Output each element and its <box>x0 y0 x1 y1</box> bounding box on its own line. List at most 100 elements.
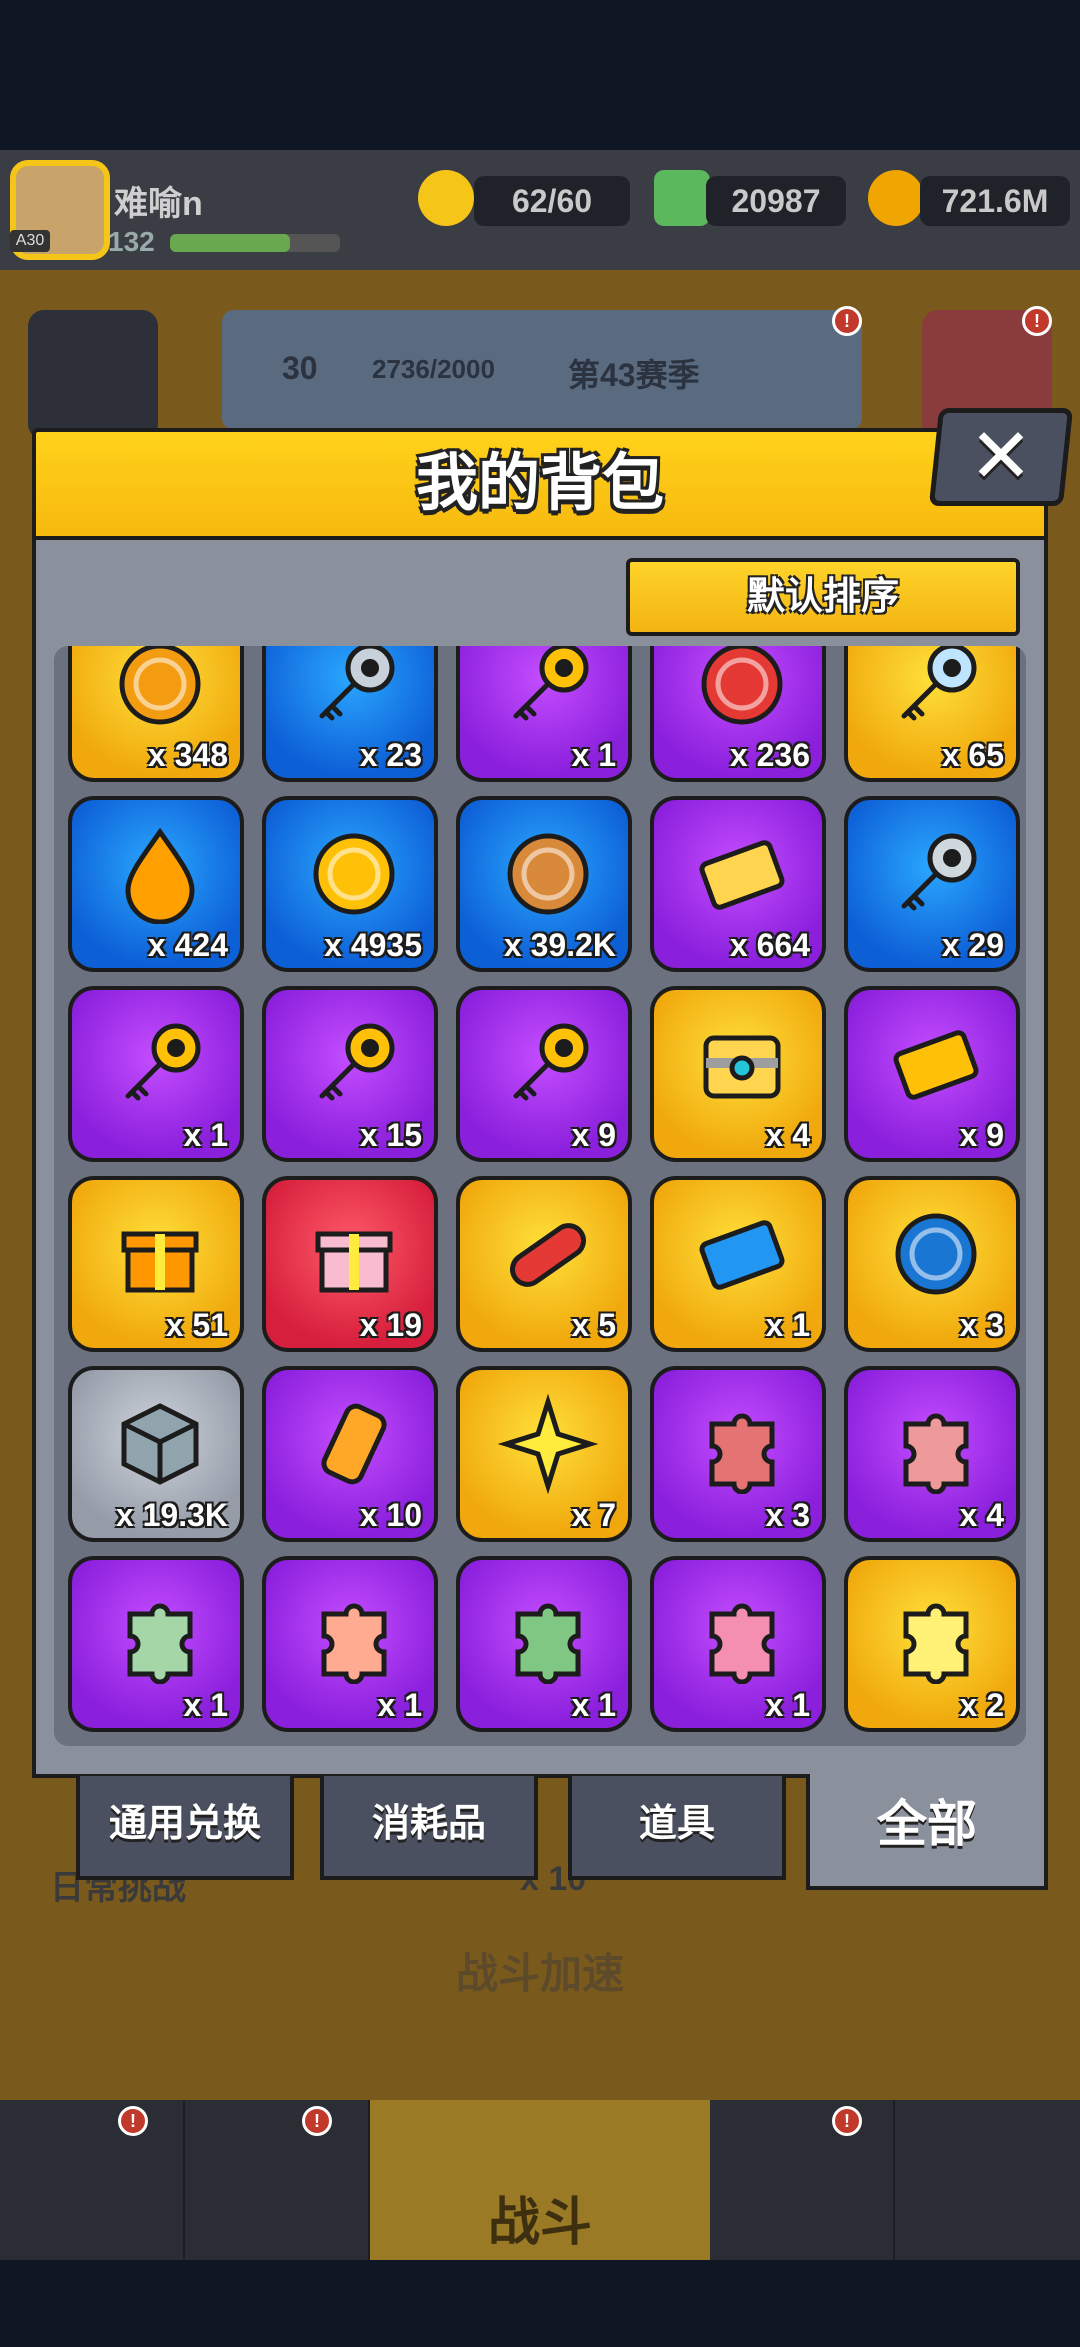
item-quantity: x 51 <box>165 1307 228 1343</box>
notification-dot: ! <box>118 2106 148 2136</box>
item-quantity: x 23 <box>359 737 422 773</box>
notification-dot: ! <box>832 2106 862 2136</box>
puzzle-piece-icon <box>884 1392 988 1496</box>
nav-equipment[interactable] <box>185 2100 370 2260</box>
battle-speed-label: 战斗加速 <box>455 1950 624 1997</box>
notification-dot: ! <box>832 306 862 336</box>
item-quantity: x 1 <box>377 1687 422 1723</box>
inventory-item[interactable]: x 19 <box>262 1176 438 1352</box>
gems-value: 20987 <box>706 176 846 226</box>
energy-canister-icon <box>302 1392 406 1496</box>
gold-value: 721.6M <box>920 176 1070 226</box>
battle-label: 战斗 <box>487 2194 592 2252</box>
gold-key-icon <box>496 646 600 736</box>
inventory-item[interactable]: x 348 <box>68 646 244 782</box>
item-quantity: x 236 <box>729 737 810 773</box>
inventory-item[interactable]: x 1 <box>650 1556 826 1732</box>
inventory-item[interactable]: x 1 <box>262 1556 438 1732</box>
metal-cube-icon <box>108 1392 212 1496</box>
inventory-item[interactable]: x 3 <box>650 1366 826 1542</box>
close-icon[interactable]: ✕ <box>934 408 1068 506</box>
inventory-item[interactable]: x 5 <box>456 1176 632 1352</box>
inventory-item[interactable]: x 10 <box>262 1366 438 1542</box>
silver-key-icon <box>302 646 406 736</box>
inventory-item[interactable]: x 4935 <box>262 796 438 972</box>
inventory-item[interactable]: x 1 <box>68 1556 244 1732</box>
item-quantity: x 664 <box>729 927 810 963</box>
diamond-key-icon <box>884 646 988 736</box>
nav-shop[interactable] <box>0 2100 185 2260</box>
item-quantity: x 3 <box>765 1497 810 1533</box>
sort-button[interactable]: 默认排序 <box>626 558 1020 636</box>
inventory-item[interactable]: x 19.3K <box>68 1366 244 1542</box>
menu-button[interactable] <box>28 310 158 440</box>
inventory-item[interactable]: x 7 <box>456 1366 632 1542</box>
puzzle-piece-icon <box>108 1582 212 1686</box>
item-quantity: x 5 <box>571 1307 616 1343</box>
dna-orb-icon <box>108 646 212 736</box>
item-quantity: x 1 <box>183 1117 228 1153</box>
inventory-item[interactable]: x 1 <box>650 1176 826 1352</box>
inventory-item[interactable]: x 1 <box>456 646 632 782</box>
inventory-item[interactable]: x 51 <box>68 1176 244 1352</box>
inventory-item[interactable]: x 65 <box>844 646 1020 782</box>
item-quantity: x 9 <box>571 1117 616 1153</box>
gold-ticket-icon <box>690 822 794 926</box>
inventory-item[interactable]: x 39.2K <box>456 796 632 972</box>
season-banner[interactable]: 30 2736/2000 第43赛季 <box>222 310 862 430</box>
item-quantity: x 19 <box>359 1307 422 1343</box>
lightning-icon[interactable] <box>418 170 474 226</box>
inventory-item[interactable]: x 23 <box>262 646 438 782</box>
item-quantity: x 19.3K <box>115 1497 228 1533</box>
inventory-item[interactable]: x 664 <box>650 796 826 972</box>
tab-consumables[interactable]: 消耗品 <box>320 1776 538 1880</box>
item-quantity: x 10 <box>359 1497 422 1533</box>
inventory-item[interactable]: x 29 <box>844 796 1020 972</box>
avatar-level-badge: A30 <box>10 230 50 252</box>
capsule-pill-icon <box>496 1202 600 1306</box>
coin-icon[interactable] <box>868 170 924 226</box>
v-coin-icon <box>884 1202 988 1306</box>
inventory-item[interactable]: x 1 <box>456 1556 632 1732</box>
season-label: 第43赛季 <box>568 357 700 393</box>
tab-all[interactable]: 全部 <box>806 1774 1048 1890</box>
inventory-item[interactable]: x 424 <box>68 796 244 972</box>
puzzle-piece-icon <box>690 1392 794 1496</box>
cat-key-icon <box>884 822 988 926</box>
flame-drop-icon <box>108 822 212 926</box>
player-level: 132 <box>108 226 155 257</box>
gold-coin-icon <box>302 822 406 926</box>
tab-exchange[interactable]: 通用兑换 <box>76 1776 294 1880</box>
inventory-item[interactable]: x 9 <box>844 986 1020 1162</box>
player-name: 难喻n <box>114 185 203 223</box>
puzzle-piece-icon <box>302 1582 406 1686</box>
item-grid[interactable]: x 348 x 23 x 1 x 236 x 65 x 424 x 4935 x … <box>54 646 1026 1746</box>
item-quantity: x 4 <box>765 1117 810 1153</box>
puzzle-piece-icon <box>884 1582 988 1686</box>
heart-coin-icon <box>690 646 794 736</box>
bear-key-icon <box>108 1012 212 1116</box>
inventory-item[interactable]: x 2 <box>844 1556 1020 1732</box>
gem-key-icon <box>302 1012 406 1116</box>
nav-evolution[interactable] <box>895 2100 1080 2260</box>
inventory-item[interactable]: x 1 <box>68 986 244 1162</box>
item-quantity: x 1 <box>183 1687 228 1723</box>
item-quantity: x 7 <box>571 1497 616 1533</box>
inventory-item[interactable]: x 236 <box>650 646 826 782</box>
inventory-item[interactable]: x 4 <box>650 986 826 1162</box>
gem-icon[interactable] <box>654 170 710 226</box>
nav-talents[interactable] <box>710 2100 895 2260</box>
inventory-item[interactable]: x 15 <box>262 986 438 1162</box>
tab-props[interactable]: 道具 <box>568 1776 786 1880</box>
inventory-item[interactable]: x 3 <box>844 1176 1020 1352</box>
bear-cookie-icon <box>496 822 600 926</box>
item-quantity: x 39.2K <box>503 927 616 963</box>
notification-dot: ! <box>302 2106 332 2136</box>
item-quantity: x 29 <box>941 927 1004 963</box>
notification-dot: ! <box>1022 306 1052 336</box>
treasure-chest-icon <box>690 1012 794 1116</box>
inventory-item[interactable]: x 9 <box>456 986 632 1162</box>
season-level: 30 <box>282 350 318 386</box>
inventory-item[interactable]: x 4 <box>844 1366 1020 1542</box>
item-quantity: x 65 <box>941 737 1004 773</box>
